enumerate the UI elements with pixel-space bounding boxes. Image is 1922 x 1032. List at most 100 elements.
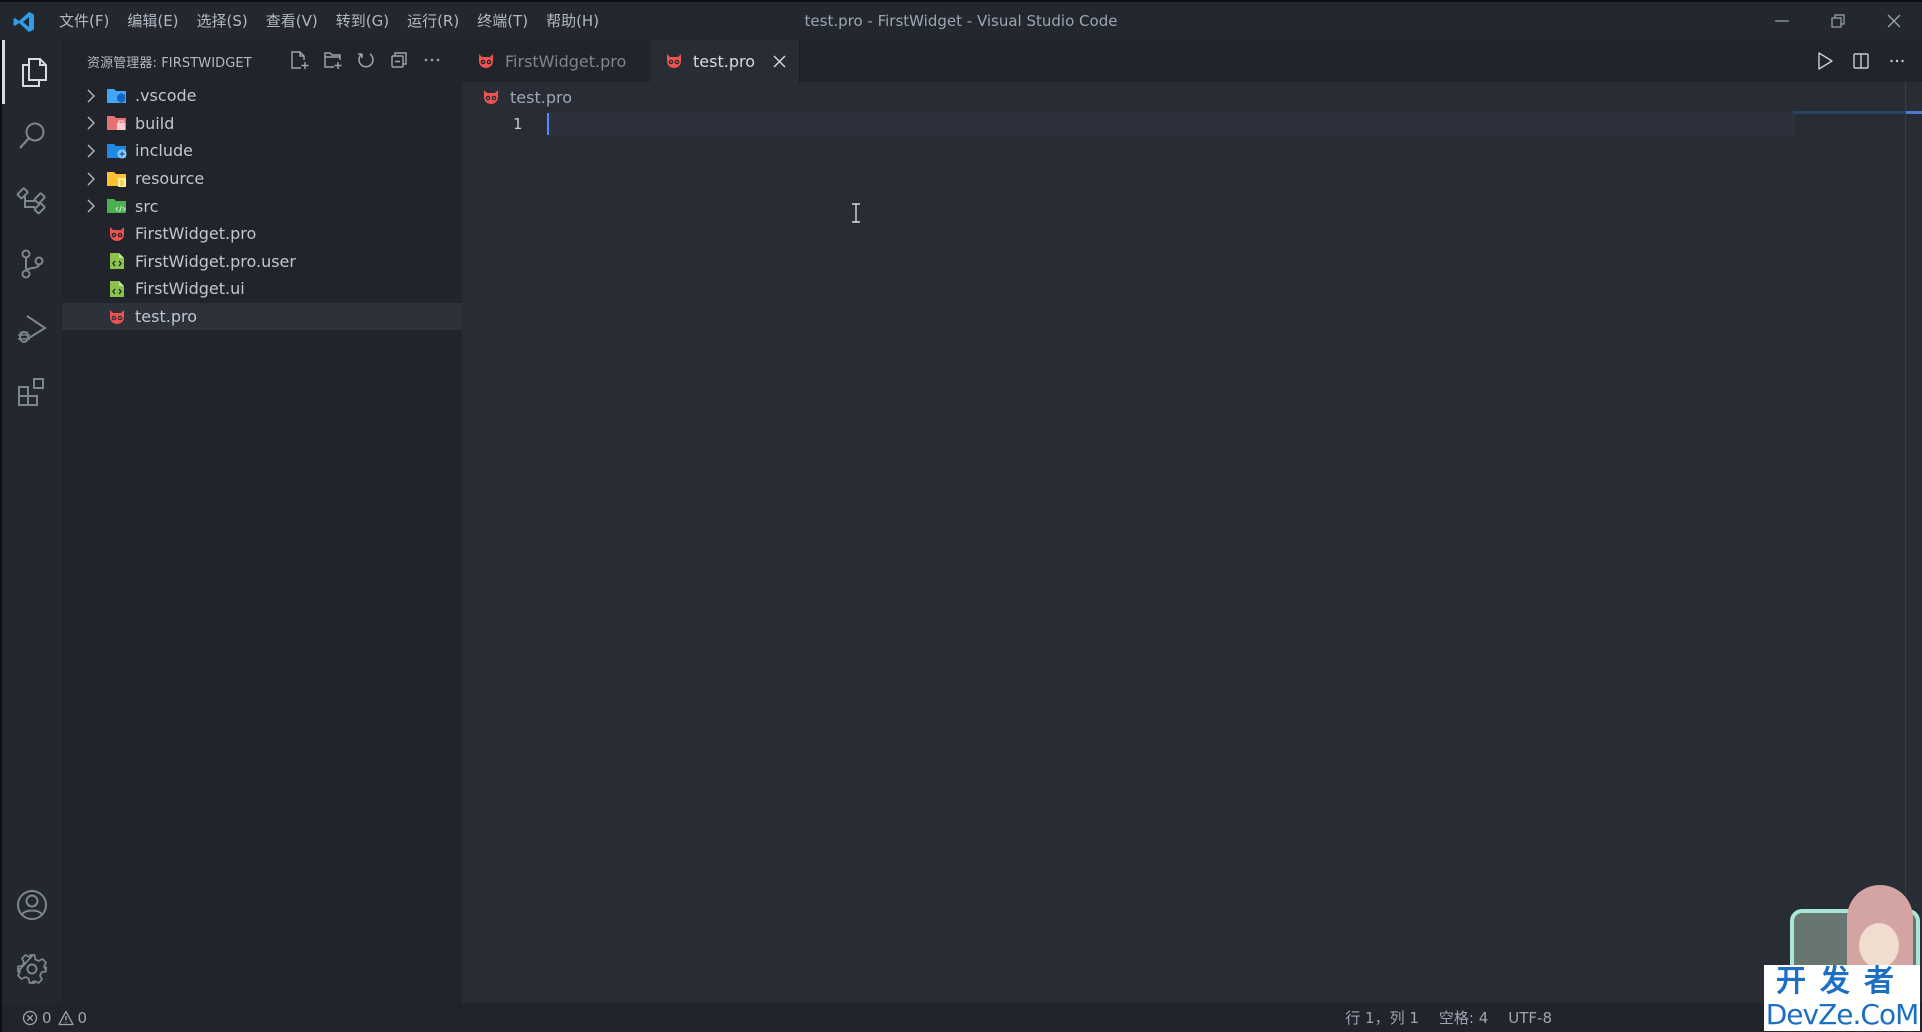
breadcrumb-file[interactable]: test.pro (510, 88, 572, 107)
extensions-icon (18, 378, 44, 406)
folder-vscode-icon (106, 86, 128, 106)
current-line-highlight (548, 112, 1795, 136)
menu-run[interactable]: 运行(R) (398, 6, 468, 36)
account-icon (17, 890, 47, 920)
tab-test-pro[interactable]: test.pro (650, 40, 800, 82)
editor-more-button[interactable] (1886, 50, 1908, 72)
activity-project-tree[interactable] (2, 168, 62, 232)
tree-item-include[interactable]: include (62, 137, 462, 165)
run-button[interactable] (1814, 50, 1836, 72)
close-window-button[interactable] (1866, 2, 1922, 40)
tree-item-label: FirstWidget.pro (135, 224, 257, 244)
title-bar: 文件(F) 编辑(E) 选择(S) 查看(V) 转到(G) 运行(R) 终端(T… (0, 0, 1922, 40)
activity-explorer[interactable] (2, 40, 62, 104)
new-folder-button[interactable] (321, 48, 345, 72)
tree-item-label: test.pro (135, 307, 197, 327)
search-icon (19, 122, 45, 149)
watermark-logo: 开发者 DevZe.CoM (1762, 885, 1922, 1032)
chevron-right-icon (79, 199, 103, 213)
editor-area[interactable]: test.pro 1 (462, 82, 1922, 1003)
activity-accounts[interactable] (2, 873, 62, 937)
tree-item-label: resource (135, 169, 205, 189)
indentation[interactable]: 空格: 4 (1439, 1007, 1488, 1028)
qmake-pro-icon (477, 51, 497, 71)
tree-item-vscode[interactable]: .vscode (62, 82, 462, 110)
error-icon (22, 1010, 38, 1025)
activity-extensions[interactable] (2, 360, 62, 424)
new-file-button[interactable] (288, 48, 312, 72)
qmake-pro-icon (665, 51, 685, 71)
tree-item-firstwidget-pro-user[interactable]: FirstWidget.pro.user (62, 248, 462, 276)
collapse-all-icon (391, 52, 407, 68)
watermark-text: 开发者 DevZe.CoM (1764, 965, 1920, 1031)
error-count: 0 (42, 1008, 52, 1027)
split-editor-icon (1853, 53, 1869, 69)
watermark-text-cn: 开发者 (1776, 964, 1908, 999)
xml-file-icon (106, 279, 128, 299)
activity-search[interactable] (2, 104, 62, 168)
activity-bar (0, 40, 62, 1003)
minimize-button[interactable] (1754, 2, 1810, 40)
vertical-scrollbar[interactable] (1905, 82, 1922, 1003)
tree-item-resource[interactable]: resource (62, 165, 462, 193)
window-controls (1754, 2, 1922, 40)
menu-file[interactable]: 文件(F) (50, 6, 118, 36)
mouse-ibeam-cursor-icon (852, 203, 860, 223)
breadcrumb: test.pro (482, 82, 572, 112)
scrollbar-cursor-marker (1906, 111, 1922, 114)
chevron-right-icon (79, 172, 103, 186)
tree-item-test-pro[interactable]: test.pro (62, 302, 462, 331)
tree-item-firstwidget-ui[interactable]: FirstWidget.ui (62, 275, 462, 303)
tab-firstwidget-pro[interactable]: FirstWidget.pro (462, 40, 649, 82)
text-cursor (547, 113, 549, 135)
restore-button[interactable] (1810, 2, 1866, 40)
problems-indicator[interactable]: 0 0 (22, 1003, 87, 1032)
minimap-slider[interactable] (1793, 111, 1905, 114)
tree-item-label: include (135, 141, 193, 161)
editor-actions (1814, 50, 1908, 72)
chevron-right-icon (79, 89, 103, 103)
explorer-header: 资源管理器: FIRSTWIDGET (62, 40, 462, 82)
menu-view[interactable]: 查看(V) (257, 6, 327, 36)
tree-item-label: .vscode (135, 86, 197, 106)
more-actions-button[interactable] (420, 48, 444, 72)
tab-close-button[interactable] (769, 51, 789, 71)
activity-manage[interactable] (2, 937, 62, 1001)
folder-resource-icon (106, 169, 128, 189)
tree-item-build[interactable]: build (62, 110, 462, 138)
split-editor-button[interactable] (1850, 50, 1872, 72)
editor-tab-bar: FirstWidget.pro test.pro (462, 40, 1922, 82)
tab-label: test.pro (693, 51, 755, 71)
activity-run-debug[interactable] (2, 296, 62, 360)
new-folder-icon (324, 52, 342, 69)
tree-item-firstwidget-pro[interactable]: FirstWidget.pro (62, 220, 462, 248)
ellipsis-icon (424, 58, 440, 62)
explorer-sidebar: 资源管理器: FIRSTWIDGET .vscode build include… (62, 40, 462, 1003)
qmake-pro-icon (106, 224, 128, 244)
ellipsis-icon (1890, 59, 1904, 63)
menu-edit[interactable]: 编辑(E) (118, 6, 187, 36)
close-icon (773, 55, 785, 67)
refresh-button[interactable] (354, 48, 378, 72)
menu-go[interactable]: 转到(G) (327, 6, 398, 36)
folder-include-icon (106, 141, 128, 161)
menu-terminal[interactable]: 终端(T) (468, 6, 537, 36)
tree-item-label: src (135, 196, 159, 216)
watermark-character-face (1859, 923, 1899, 968)
status-bar: 0 0 行 1，列 1 空格: 4 UTF-8 (0, 1003, 1922, 1032)
activity-source-control[interactable] (2, 232, 62, 296)
tab-label: FirstWidget.pro (505, 51, 627, 71)
tree-item-label: build (135, 113, 175, 133)
qmake-pro-icon (482, 87, 502, 107)
tree-item-src[interactable]: src (62, 192, 462, 220)
files-icon (21, 58, 47, 87)
cursor-position[interactable]: 行 1，列 1 (1345, 1007, 1419, 1028)
close-icon (1887, 14, 1901, 28)
menu-selection[interactable]: 选择(S) (188, 6, 257, 36)
chevron-right-icon (79, 116, 103, 130)
menu-help[interactable]: 帮助(H) (537, 6, 608, 36)
encoding[interactable]: UTF-8 (1508, 1009, 1552, 1027)
collapse-all-button[interactable] (387, 48, 411, 72)
project-tree-icon (16, 187, 46, 215)
menu-bar: 文件(F) 编辑(E) 选择(S) 查看(V) 转到(G) 运行(R) 终端(T… (50, 2, 608, 40)
